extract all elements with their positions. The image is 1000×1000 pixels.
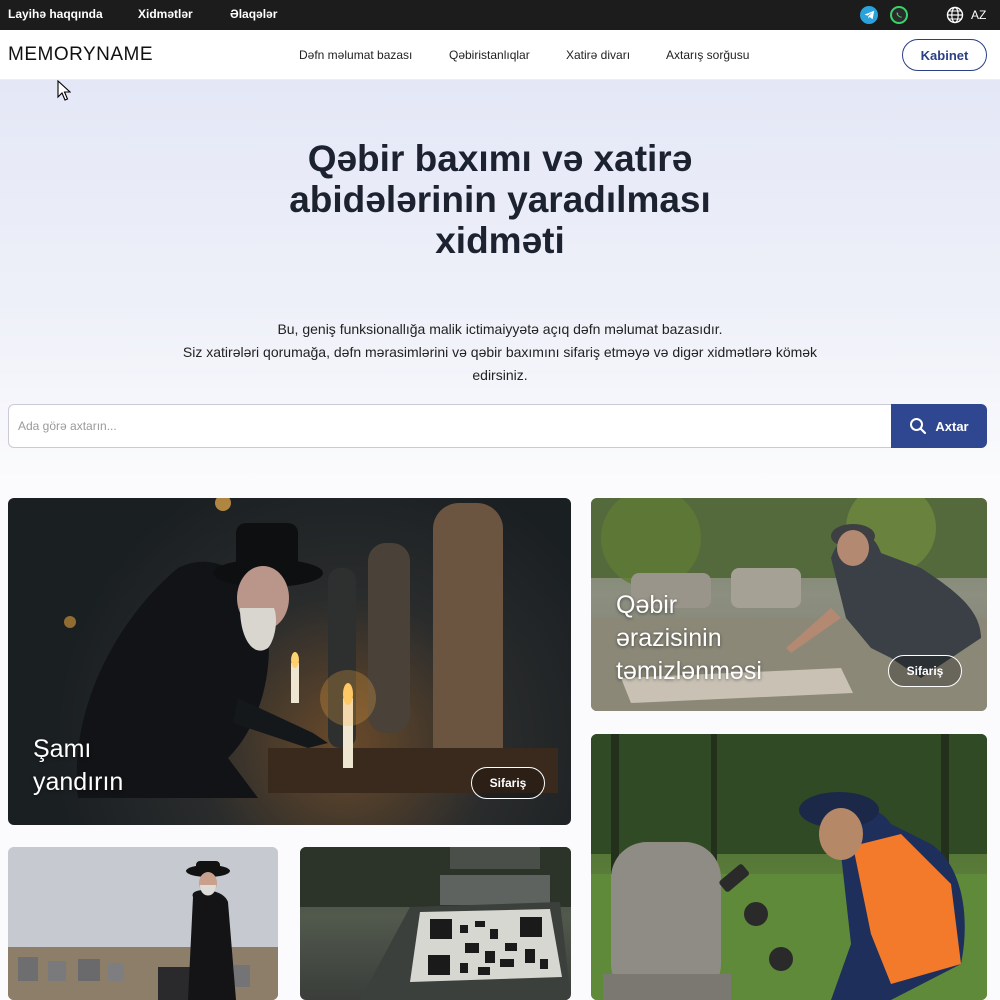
- service-card-candle[interactable]: Şamı yandırın Sifariş: [8, 498, 571, 825]
- order-button[interactable]: Sifariş: [888, 655, 962, 687]
- main-header: MEMORYNAME Dəfn məlumat bazası Qəbirista…: [0, 30, 1000, 80]
- top-bar: Layihə haqqında Xidmətlər Əlaqələr AZ: [0, 0, 1000, 30]
- search-bar: Axtar: [8, 404, 987, 448]
- nav-burial-database[interactable]: Dəfn məlumat bazası: [299, 48, 412, 62]
- hero-title-line: xidməti: [435, 220, 565, 261]
- cabinet-button[interactable]: Kabinet: [902, 39, 987, 71]
- nav-memory-wall[interactable]: Xatirə divarı: [566, 48, 630, 62]
- search-button[interactable]: Axtar: [891, 404, 987, 448]
- service-card-qr-code[interactable]: [300, 847, 571, 1000]
- card-title-line: Qəbir: [616, 591, 678, 619]
- card-title: Qəbir ərazisinin təmizlənməsi: [616, 589, 762, 688]
- hero-description: Bu, geniş funksionallığa malik ictimaiyy…: [130, 318, 870, 387]
- search-button-label: Axtar: [935, 418, 969, 434]
- order-button[interactable]: Sifariş: [471, 767, 545, 799]
- nav-link-contacts[interactable]: Əlaqələr: [230, 7, 277, 21]
- hero-title-line: abidələrinin yaradılması: [289, 179, 711, 220]
- hero-title-line: Qəbir baxımı və xatirə: [307, 138, 693, 179]
- card-title-line: yandırın: [33, 768, 124, 796]
- search-input[interactable]: [8, 404, 892, 448]
- whatsapp-icon[interactable]: [890, 6, 908, 24]
- nav-link-services[interactable]: Xidmətlər: [138, 7, 193, 21]
- language-selector[interactable]: AZ: [971, 8, 986, 22]
- card-title-line: ərazisinin: [616, 624, 722, 652]
- cemetery-visitor-image: [8, 847, 278, 1000]
- card-title-line: Şamı: [33, 735, 92, 763]
- service-card-grave-cleaning[interactable]: Qəbir ərazisinin təmizlənməsi Sifariş: [591, 498, 987, 711]
- site-logo[interactable]: MEMORYNAME: [8, 44, 153, 66]
- hero-description-line: Siz xatirələri qorumağa, dəfn mərasimlər…: [182, 344, 818, 360]
- monument-worker-image: [591, 734, 987, 1000]
- service-card-monument-work[interactable]: [591, 734, 987, 1000]
- card-title: Şamı yandırın: [33, 733, 123, 799]
- nav-search-request[interactable]: Axtarış sorğusu: [666, 48, 749, 62]
- qr-code-grave-image: [300, 847, 571, 1000]
- service-card-visit[interactable]: [8, 847, 278, 1000]
- telegram-icon[interactable]: [860, 6, 878, 24]
- nav-link-about[interactable]: Layihə haqqında: [8, 7, 103, 21]
- card-title-line: təmizlənməsi: [616, 657, 762, 685]
- nav-cemeteries[interactable]: Qəbiristanlıqlar: [449, 48, 530, 62]
- search-icon: [910, 418, 927, 435]
- globe-icon[interactable]: [946, 6, 964, 24]
- mouse-cursor-icon: [57, 80, 71, 101]
- hero-title: Qəbir baxımı və xatirə abidələrinin yara…: [200, 138, 800, 261]
- hero-description-line: edirsiniz.: [472, 367, 528, 383]
- hero-description-line: Bu, geniş funksionallığa malik ictimaiyy…: [277, 321, 723, 337]
